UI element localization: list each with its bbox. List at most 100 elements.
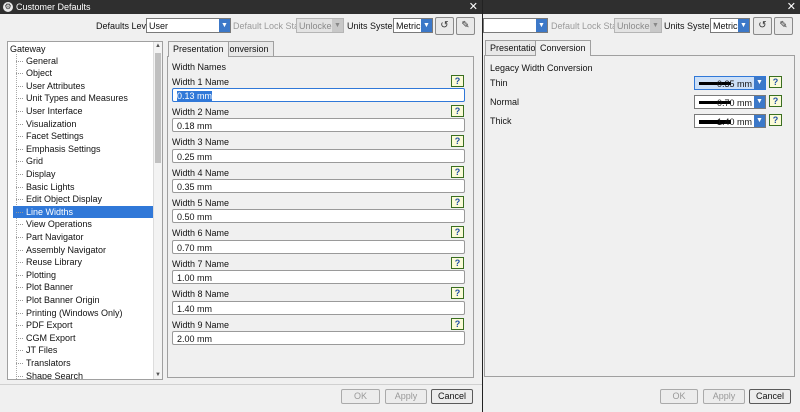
tree-item-plot-banner[interactable]: Plot Banner	[13, 281, 153, 294]
tree-item-plotting[interactable]: Plotting	[13, 269, 153, 282]
tree-item-pdf-export[interactable]: PDF Export	[13, 319, 153, 332]
chevron-down-icon[interactable]: ▼	[219, 19, 230, 32]
width-4-input[interactable]: 0.35 mm	[172, 179, 465, 193]
chevron-down-icon[interactable]: ▼	[738, 19, 749, 32]
tree-item-unit-types[interactable]: Unit Types and Measures	[13, 92, 153, 105]
width-9-input[interactable]: 2.00 mm	[172, 331, 465, 345]
chevron-down-icon[interactable]: ▼	[754, 115, 765, 127]
width-7-label: Width 7 Name	[172, 259, 230, 269]
section-title: Width Names	[172, 62, 227, 72]
help-icon[interactable]: ?	[451, 166, 464, 178]
customer-defaults-window-2: ✕ ▼ Default Lock State Unlocked ▼ Units …	[483, 0, 800, 412]
lock-button[interactable]: ✎	[456, 17, 475, 35]
help-icon[interactable]: ?	[451, 105, 464, 117]
reset-button[interactable]: ↺	[435, 17, 454, 35]
tree-item-printing[interactable]: Printing (Windows Only)	[13, 307, 153, 320]
tree-item-view-operations[interactable]: View Operations	[13, 218, 153, 231]
width-1-input[interactable]: 0.13 mm	[172, 88, 465, 102]
tree-item-assembly-navigator[interactable]: Assembly Navigator	[13, 244, 153, 257]
reset-icon: ↺	[758, 20, 767, 31]
tree-item-shape-search[interactable]: Shape Search	[13, 370, 153, 379]
normal-width-select[interactable]: 0.70 mm ▼	[694, 95, 766, 109]
tab-presentation[interactable]: Presentation	[168, 41, 229, 57]
cancel-button-2[interactable]: Cancel	[749, 389, 791, 404]
chevron-down-icon[interactable]: ▼	[754, 77, 765, 89]
close-icon[interactable]: ✕	[787, 0, 796, 14]
help-icon[interactable]: ?	[451, 226, 464, 238]
chevron-down-icon[interactable]: ▼	[536, 19, 547, 32]
help-icon[interactable]: ?	[769, 114, 782, 126]
reset-button[interactable]: ↺	[753, 17, 772, 35]
tree-item-user-attributes[interactable]: User Attributes	[13, 80, 153, 93]
thin-width-select[interactable]: 0.35 mm ▼	[694, 76, 766, 90]
tree-scrollbar[interactable]: ▲ ▼	[153, 42, 162, 379]
units-system-select[interactable]: Metric ▼	[710, 18, 750, 33]
help-icon[interactable]: ?	[451, 75, 464, 87]
tree-root[interactable]: Gateway	[10, 44, 46, 54]
width-6-label: Width 6 Name	[172, 228, 230, 238]
chevron-down-icon[interactable]: ▼	[421, 19, 432, 32]
lock-button[interactable]: ✎	[774, 17, 793, 35]
close-icon[interactable]: ✕	[469, 0, 478, 14]
scroll-up-icon[interactable]: ▲	[154, 43, 162, 49]
defaults-level-label: Defaults Level	[96, 21, 154, 31]
tree-item-general[interactable]: General	[13, 55, 153, 68]
tree-item-plot-banner-origin[interactable]: Plot Banner Origin	[13, 294, 153, 307]
tree-item-line-widths[interactable]: Line Widths	[13, 205, 153, 219]
apply-button-2[interactable]: Apply	[703, 389, 745, 404]
ok-button[interactable]: OK	[341, 389, 380, 404]
normal-value: 0.70 mm	[716, 98, 752, 108]
tab-conversion[interactable]: Conversion	[535, 40, 591, 56]
defaults-level-select[interactable]: ▼	[483, 18, 548, 33]
tree-item-part-navigator[interactable]: Part Navigator	[13, 231, 153, 244]
lock-state-select[interactable]: Unlocked ▼	[614, 18, 662, 33]
width-5-input[interactable]: 0.50 mm	[172, 209, 465, 223]
help-icon[interactable]: ?	[451, 257, 464, 269]
tree-item-display[interactable]: Display	[13, 168, 153, 181]
tree-item-translators[interactable]: Translators	[13, 357, 153, 370]
thick-width-select[interactable]: 1.40 mm ▼	[694, 114, 766, 128]
tree-item-emphasis-settings[interactable]: Emphasis Settings	[13, 143, 153, 156]
width-6-input[interactable]: 0.70 mm	[172, 240, 465, 254]
tree-item-basic-lights[interactable]: Basic Lights	[13, 181, 153, 194]
help-icon[interactable]: ?	[451, 196, 464, 208]
help-icon[interactable]: ?	[769, 76, 782, 88]
width-7-input[interactable]: 1.00 mm	[172, 270, 465, 284]
tree-item-user-interface[interactable]: User Interface	[13, 105, 153, 118]
chevron-down-icon[interactable]: ▼	[754, 96, 765, 108]
tree-item-cgm-export[interactable]: CGM Export	[13, 332, 153, 345]
ok-button-2[interactable]: OK	[660, 389, 698, 404]
title-bar: ⚙ Customer Defaults ✕	[0, 0, 482, 14]
scroll-down-icon[interactable]: ▼	[154, 372, 162, 378]
title-bar: ✕	[483, 0, 800, 14]
width-8-input[interactable]: 1.40 mm	[172, 301, 465, 315]
apply-button[interactable]: Apply	[385, 389, 427, 404]
defaults-level-select[interactable]: User ▼	[146, 18, 231, 33]
tree-item-reuse-library[interactable]: Reuse Library	[13, 256, 153, 269]
category-tree[interactable]: Gateway General Object User Attributes U…	[7, 41, 163, 380]
tab-strip: Presentation Conversion	[168, 41, 468, 57]
legacy-conversion-title: Legacy Width Conversion	[490, 63, 593, 73]
tree-item-jt-files[interactable]: JT Files	[13, 344, 153, 357]
help-icon[interactable]: ?	[451, 135, 464, 147]
tree-item-edit-object-display[interactable]: Edit Object Display	[13, 193, 153, 206]
tree-item-grid[interactable]: Grid	[13, 155, 153, 168]
tree-item-facet-settings[interactable]: Facet Settings	[13, 130, 153, 143]
tree-item-object[interactable]: Object	[13, 67, 153, 80]
width-2-input[interactable]: 0.18 mm	[172, 118, 465, 132]
toolbar: Defaults Level User ▼ Default Lock State…	[0, 14, 482, 38]
help-icon[interactable]: ?	[451, 318, 464, 330]
width-8-label: Width 8 Name	[172, 289, 230, 299]
cancel-button[interactable]: Cancel	[431, 389, 473, 404]
help-icon[interactable]: ?	[769, 95, 782, 107]
tree-item-visualization[interactable]: Visualization	[13, 118, 153, 131]
scroll-thumb[interactable]	[155, 53, 161, 163]
gear-icon[interactable]: ⚙	[3, 2, 13, 12]
lock-state-select[interactable]: Unlocked ▼	[296, 18, 344, 33]
width-9-label: Width 9 Name	[172, 320, 230, 330]
help-icon[interactable]: ?	[451, 287, 464, 299]
reset-icon: ↺	[440, 20, 449, 31]
units-system-select[interactable]: Metric ▼	[393, 18, 433, 33]
width-3-input[interactable]: 0.25 mm	[172, 149, 465, 163]
customer-defaults-window: ⚙ Customer Defaults ✕ Defaults Level Use…	[0, 0, 483, 412]
